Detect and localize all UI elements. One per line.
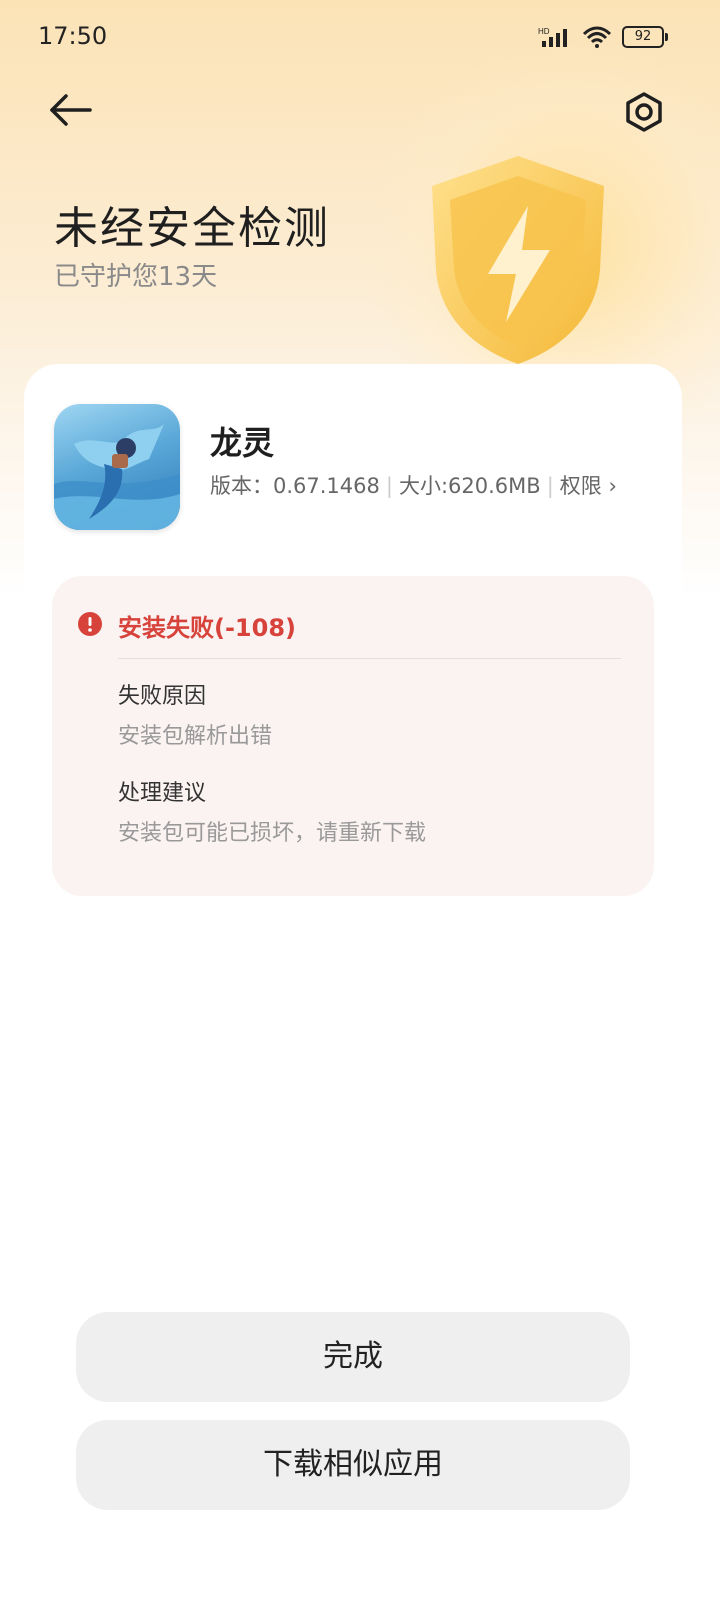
advice-text: 安装包可能已损坏，请重新下载 (118, 821, 427, 846)
failure-title: 安装失败(-108) (118, 614, 296, 642)
chevron-right-icon: › (608, 474, 617, 498)
page-title: 未经安全检测 (54, 203, 330, 254)
back-button[interactable] (44, 86, 100, 134)
settings-button[interactable] (616, 84, 672, 140)
permissions-label: 权限 (559, 474, 602, 498)
done-button[interactable]: 完成 (76, 1312, 630, 1402)
hd-label: HD (538, 27, 550, 36)
failure-reason-label: 失败原因 (118, 684, 207, 709)
error-icon (78, 612, 102, 636)
wifi-icon (582, 26, 612, 48)
status-icons: HD 92 (538, 26, 668, 48)
divider (118, 658, 621, 659)
dragon-artwork-icon (54, 424, 180, 530)
download-similar-apps-button[interactable]: 下载相似应用 (76, 1420, 630, 1510)
app-name: 龙灵 (210, 424, 275, 462)
protection-days: 已守护您13天 (54, 262, 218, 292)
arrow-left-icon (50, 94, 92, 126)
clock: 17:50 (38, 22, 108, 50)
failure-reason-text: 安装包解析出错 (118, 724, 273, 749)
cellular-signal-icon: HD (538, 27, 567, 47)
battery-indicator: 92 (622, 26, 668, 48)
gear-icon (626, 92, 662, 132)
shield-lightning-icon (432, 156, 604, 364)
advice-label: 处理建议 (118, 781, 207, 806)
status-bar: 17:50 HD 92 (0, 0, 720, 76)
app-icon (54, 404, 180, 530)
app-meta: 版本：0.67.1468 | 大小:620.6MB | 权限 › (210, 470, 617, 500)
permissions-link[interactable]: 权限 › (560, 474, 617, 498)
separator: | (385, 474, 393, 498)
app-size: 大小:620.6MB (398, 474, 541, 498)
app-version: 版本：0.67.1468 (210, 474, 380, 498)
separator: | (546, 474, 554, 498)
